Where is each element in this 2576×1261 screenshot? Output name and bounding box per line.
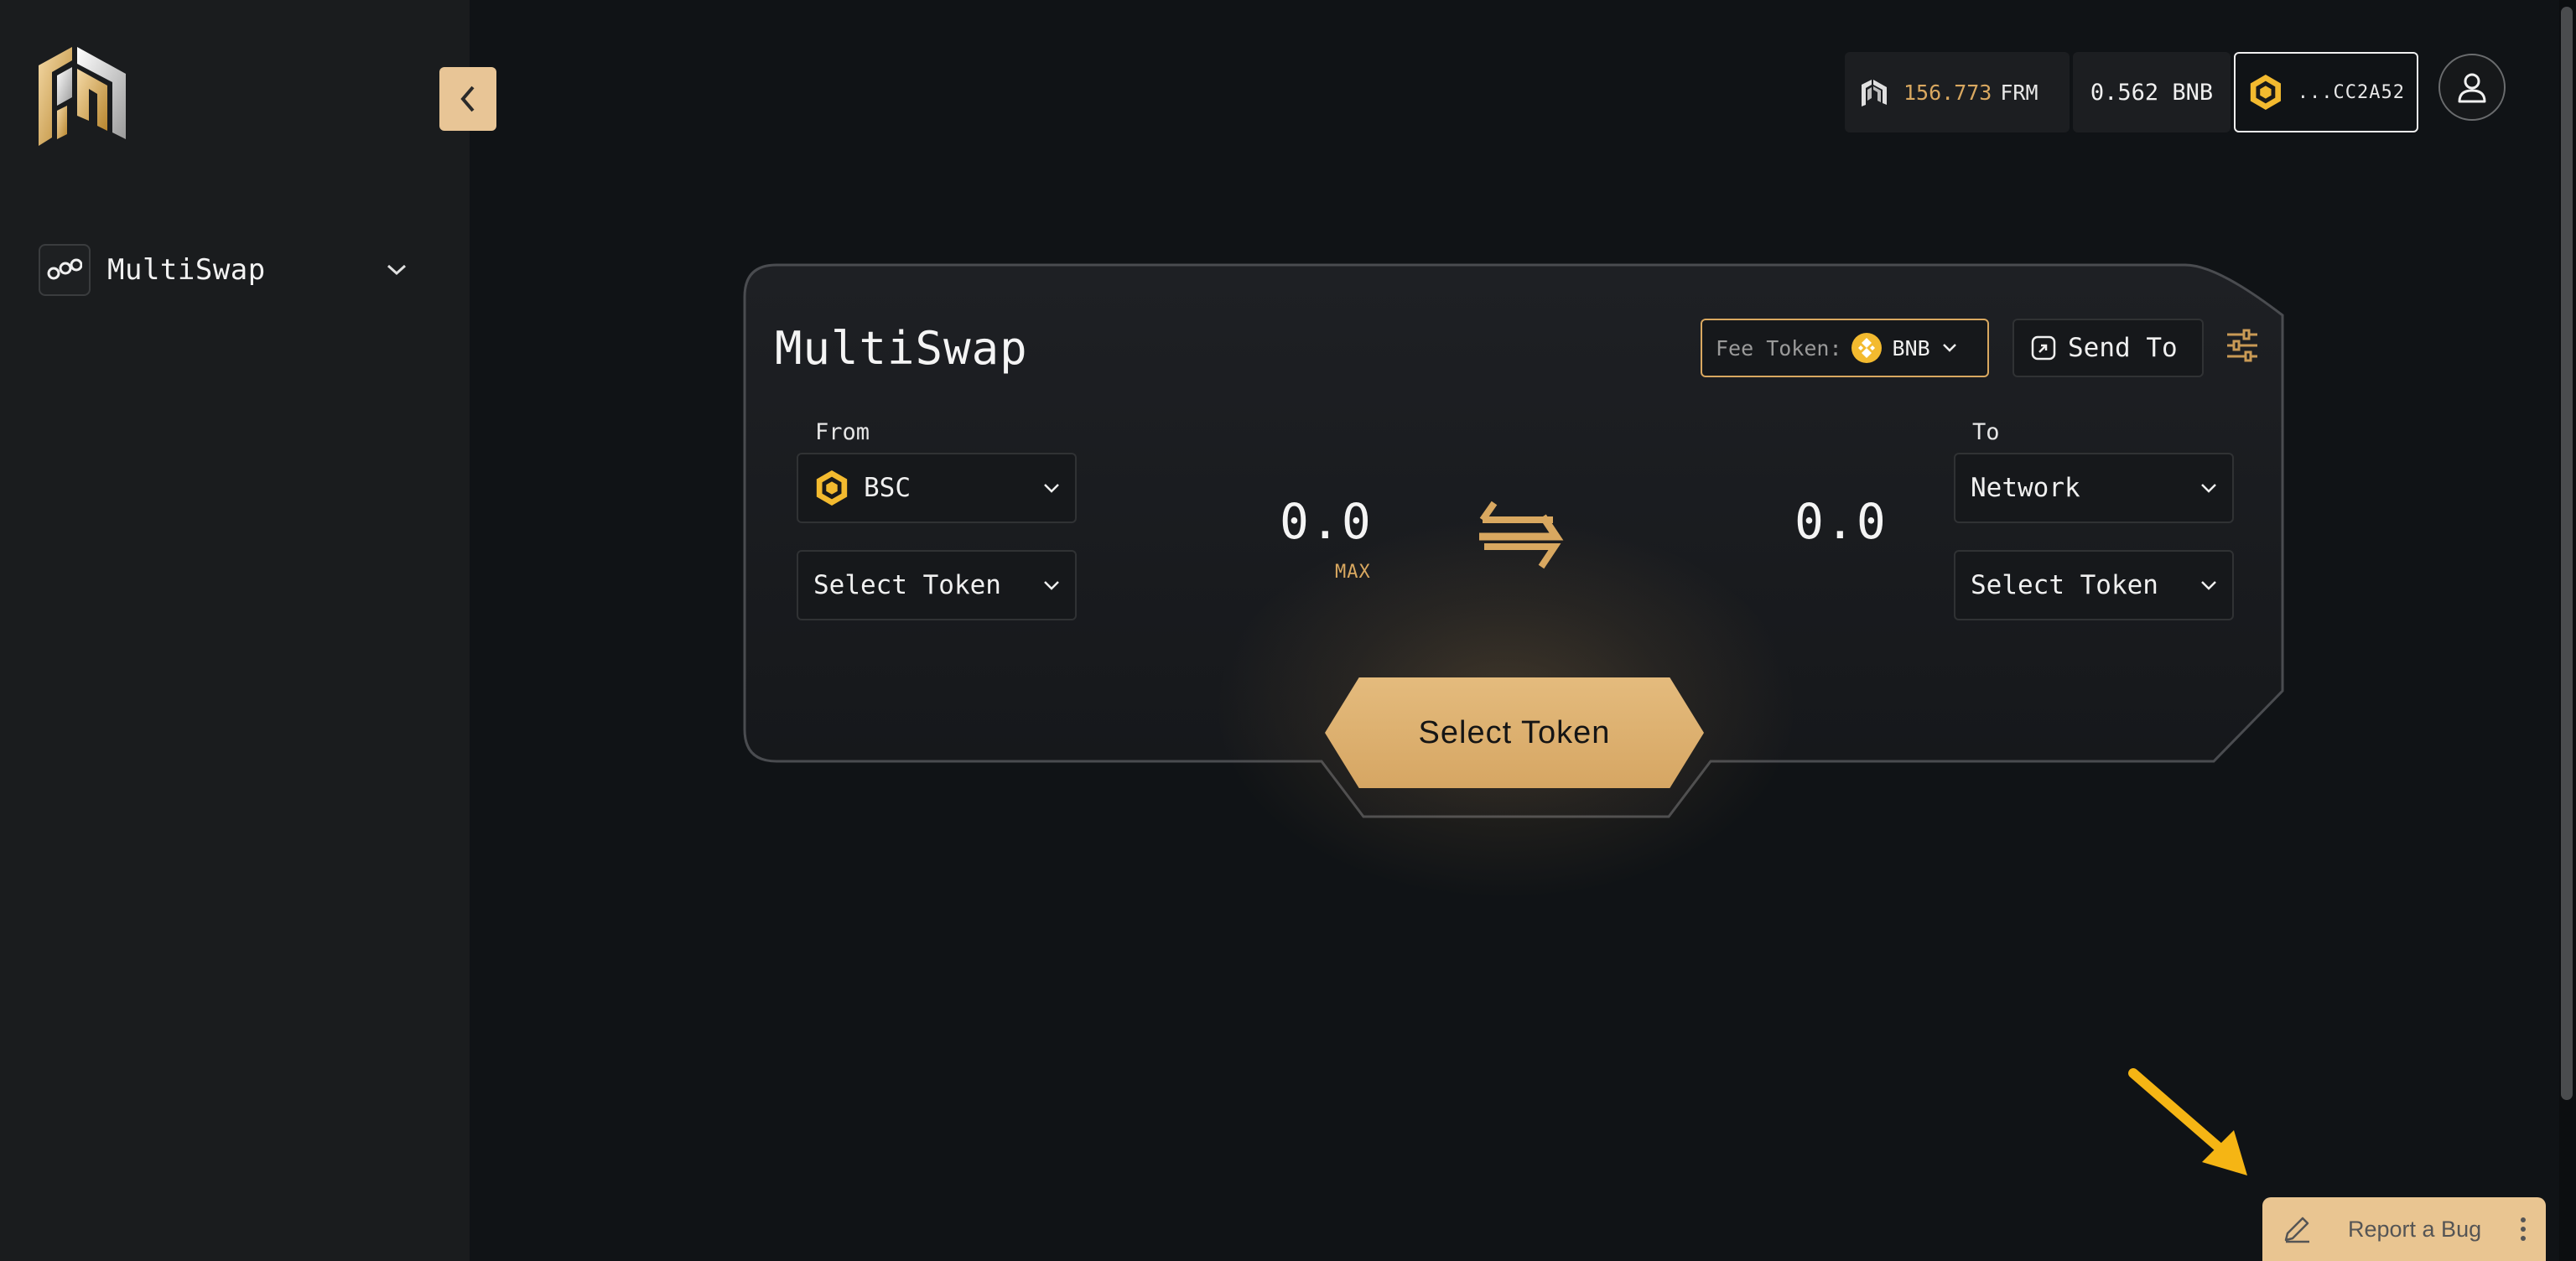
fee-token-select[interactable]: Fee Token: BNB [1701,319,1989,377]
from-token-select[interactable]: Select Token [797,550,1077,620]
bnb-balance-text: 0.562 BNB [2090,79,2214,106]
to-token-select[interactable]: Select Token [1954,550,2234,620]
sidebar-item-multiswap[interactable]: MultiSwap [39,243,408,297]
report-bug-button[interactable]: Report a Bug [2262,1197,2546,1261]
wallet-address: ...CC2A52 [2297,81,2405,103]
report-bug-label: Report a Bug [2348,1216,2482,1242]
multiswap-card: MultiSwap Fee Token: BNB Send To From BS… [743,263,2286,900]
bnb-icon [2250,75,2281,110]
sidebar-collapse-button[interactable] [439,67,496,131]
fee-token-label: Fee Token: [1716,335,1842,361]
send-to-icon [2031,335,2056,361]
frm-logo[interactable] [39,47,126,146]
user-icon [2458,73,2486,103]
from-amount[interactable]: 0.0 [1280,493,1373,550]
chevron-down-icon [1942,344,1956,352]
header-balances: 156.773 FRM 0.562 BNB ...CC2A52 [1845,52,2418,132]
to-amount: 0.0 [1794,493,1888,550]
from-network-select[interactable]: BSC [797,453,1077,523]
chevron-down-icon [2201,581,2216,590]
chevron-down-icon [387,264,407,276]
chevron-left-icon [460,86,475,112]
pencil-icon [2284,1217,2309,1243]
max-button[interactable]: MAX [1335,562,1371,583]
bnb-coin-icon [1851,333,1882,363]
sidebar: MultiSwap [0,0,470,1261]
to-network-select[interactable]: Network [1954,453,2234,523]
to-label: To [1972,419,2000,445]
from-label: From [815,419,870,445]
settings-sliders-icon[interactable] [2224,327,2261,364]
select-token-button[interactable]: Select Token [1325,677,1704,788]
from-network-value: BSC [864,473,911,503]
to-token-value: Select Token [1971,570,2158,600]
frm-unit: FRM [2000,80,2038,105]
chevron-down-icon [2201,484,2216,493]
card-title: MultiSwap [775,322,1028,375]
swap-direction-icon[interactable] [1469,495,1566,575]
account-button[interactable] [2438,54,2506,121]
frm-balance[interactable]: 156.773 FRM [1845,52,2070,132]
send-to-button[interactable]: Send To [2012,319,2204,377]
frm-token-icon [1862,80,1887,106]
send-to-label: Send To [2068,333,2178,363]
from-token-value: Select Token [813,570,1001,600]
bnb-icon [816,470,848,506]
scrollbar-thumb[interactable] [2561,7,2573,1100]
sidebar-item-label: MultiSwap [107,253,266,287]
fee-token-value: BNB [1892,335,1930,361]
to-network-value: Network [1971,473,2080,503]
frm-amount: 156.773 [1903,80,1992,105]
wallet-button[interactable]: ...CC2A52 [2234,52,2418,132]
bnb-balance[interactable]: 0.562 BNB [2073,52,2231,132]
chevron-down-icon [1044,581,1059,590]
more-vertical-icon[interactable] [2519,1217,2527,1242]
chevron-down-icon [1044,484,1059,493]
multiswap-icon [39,244,91,296]
annotation-arrow-icon [2128,1068,2247,1175]
